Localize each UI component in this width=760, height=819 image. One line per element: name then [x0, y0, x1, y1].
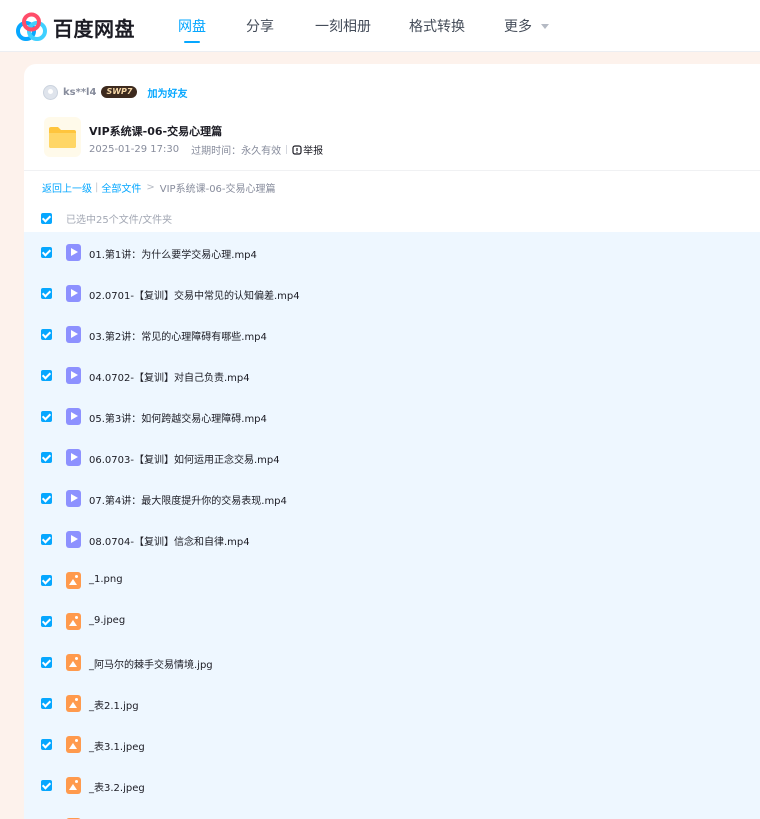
share-folder-title: VIP系统课-06-交易心理篇 [89, 125, 223, 138]
select-all-checkbox[interactable] [41, 212, 52, 224]
file-name[interactable]: _表3.2.jpeg [89, 779, 145, 794]
file-name[interactable]: _9.jpeg [89, 615, 125, 626]
breadcrumb-all-files[interactable]: 全部文件 [101, 180, 141, 195]
file-row[interactable]: _表3.2.jpeg [24, 765, 760, 806]
logo-icon [16, 12, 47, 41]
file-row[interactable]: _9.jpeg [24, 601, 760, 642]
share-card: ks**l4 SWP7 加为好友 VIP系统课-06-交易心理篇 2025-01… [24, 64, 760, 819]
file-checkbox[interactable] [41, 575, 52, 586]
report-label: 举报 [303, 146, 324, 157]
file-name[interactable]: _1.png [89, 574, 123, 585]
file-row[interactable]: _表2.1.jpg [24, 683, 760, 724]
nav-album-label: 一刻相册 [315, 19, 371, 35]
file-row[interactable]: 01.第1讲：为什么要学交易心理.mp4 [24, 232, 760, 273]
select-all-row: 已选中25个文件/文件夹 [41, 212, 173, 226]
warning-icon [292, 144, 302, 155]
file-row[interactable]: 08.0704-【复训】信念和自律.mp4 [24, 519, 760, 560]
file-checkbox[interactable] [41, 493, 52, 504]
video-file-icon [66, 285, 81, 302]
file-checkbox[interactable] [41, 247, 52, 258]
file-checkbox[interactable] [41, 288, 52, 299]
file-name[interactable]: 01.第1讲：为什么要学交易心理.mp4 [89, 246, 257, 261]
vip-badge: SWP7 [101, 86, 138, 98]
nav-format-convert[interactable]: 格式转换 [409, 0, 465, 52]
file-name[interactable]: 05.第3讲：如何跨越交易心理障碍.mp4 [89, 410, 267, 425]
brand-name: 百度网盘 [53, 16, 135, 41]
nav-netdisk-label: 网盘 [178, 19, 206, 35]
share-date: 2025-01-29 17:30 [89, 144, 180, 155]
image-file-icon [66, 736, 81, 753]
file-name[interactable]: 08.0704-【复训】信念和自律.mp4 [89, 533, 250, 548]
file-checkbox[interactable] [41, 534, 52, 545]
file-row[interactable]: _表3.1.jpeg [24, 724, 760, 765]
video-file-icon [66, 449, 81, 466]
breadcrumb-separator: | [95, 182, 99, 193]
image-file-icon [66, 695, 81, 712]
file-name[interactable]: _表3.1.jpeg [89, 738, 145, 753]
file-checkbox[interactable] [41, 370, 52, 381]
image-file-icon [66, 654, 81, 671]
file-row[interactable]: 04.0702-【复训】对自己负责.mp4 [24, 355, 760, 396]
nav-format-convert-label: 格式转换 [409, 19, 465, 35]
sharer-info: ks**l4 SWP7 加为好友 [43, 83, 187, 101]
file-row[interactable]: 07.第4讲：最大限度提升你的交易表现.mp4 [24, 478, 760, 519]
divider [24, 170, 760, 171]
file-checkbox[interactable] [41, 698, 52, 709]
file-name[interactable]: _阿马尔的棘手交易情境.jpg [89, 656, 213, 671]
folder-icon [44, 117, 81, 157]
file-name[interactable]: 03.第2讲：常见的心理障碍有哪些.mp4 [89, 328, 267, 343]
video-file-icon [66, 326, 81, 343]
file-checkbox[interactable] [41, 329, 52, 340]
file-checkbox[interactable] [41, 411, 52, 422]
divider [286, 145, 288, 154]
report-button[interactable]: 举报 [292, 142, 323, 157]
add-friend-link[interactable]: 加为好友 [147, 85, 187, 100]
nav-share-label: 分享 [246, 19, 274, 35]
avatar[interactable] [43, 84, 58, 100]
breadcrumb-chevron-icon: > [146, 182, 155, 193]
active-tab-indicator [184, 41, 200, 43]
file-checkbox[interactable] [41, 657, 52, 668]
share-meta: 2025-01-29 17:30 过期时间：永久有效 举报 [89, 142, 323, 157]
nav-more-label: 更多 [504, 19, 532, 35]
file-name[interactable]: 07.第4讲：最大限度提升你的交易表现.mp4 [89, 492, 287, 507]
nav-album[interactable]: 一刻相册 [315, 0, 371, 52]
video-file-icon [66, 490, 81, 507]
image-file-icon [66, 777, 81, 794]
baidu-netdisk-logo[interactable]: 百度网盘 [15, 12, 135, 42]
top-navbar: 百度网盘 网盘 分享 一刻相册 格式转换 更多 [0, 0, 760, 52]
video-file-icon [66, 531, 81, 548]
file-row[interactable]: 06.0703-【复训】如何运用正念交易.mp4 [24, 437, 760, 478]
video-file-icon [66, 408, 81, 425]
video-file-icon [66, 244, 81, 261]
file-checkbox[interactable] [41, 616, 52, 627]
nav-more[interactable]: 更多 [504, 0, 549, 52]
sharer-username[interactable]: ks**l4 [63, 87, 96, 98]
chevron-down-icon [541, 23, 549, 29]
file-row[interactable]: 05.第3讲：如何跨越交易心理障碍.mp4 [24, 396, 760, 437]
breadcrumb: 返回上一级 | 全部文件 > VIP系统课-06-交易心理篇 [42, 180, 276, 195]
file-row[interactable] [24, 806, 760, 819]
share-expire: 过期时间：永久有效 [191, 146, 282, 157]
file-row[interactable]: _1.png [24, 560, 760, 601]
selection-count: 已选中25个文件/文件夹 [66, 214, 173, 226]
file-checkbox[interactable] [41, 452, 52, 463]
file-name[interactable]: 02.0701-【复训】交易中常见的认知偏差.mp4 [89, 287, 300, 302]
image-file-icon [66, 572, 81, 589]
image-file-icon [66, 613, 81, 630]
file-name[interactable]: _表2.1.jpg [89, 697, 139, 712]
file-checkbox[interactable] [41, 739, 52, 750]
file-checkbox[interactable] [41, 780, 52, 791]
file-name[interactable]: 06.0703-【复训】如何运用正念交易.mp4 [89, 451, 280, 466]
file-row[interactable]: _阿马尔的棘手交易情境.jpg [24, 642, 760, 683]
nav-share[interactable]: 分享 [246, 0, 274, 52]
file-row[interactable]: 02.0701-【复训】交易中常见的认知偏差.mp4 [24, 273, 760, 314]
breadcrumb-current: VIP系统课-06-交易心理篇 [159, 184, 276, 195]
file-row[interactable]: 03.第2讲：常见的心理障碍有哪些.mp4 [24, 314, 760, 355]
breadcrumb-back[interactable]: 返回上一级 [42, 180, 92, 195]
file-list: 01.第1讲：为什么要学交易心理.mp4 02.0701-【复训】交易中常见的认知… [24, 232, 760, 819]
video-file-icon [66, 367, 81, 384]
nav-netdisk[interactable]: 网盘 [178, 0, 206, 52]
file-name[interactable]: 04.0702-【复训】对自己负责.mp4 [89, 369, 250, 384]
